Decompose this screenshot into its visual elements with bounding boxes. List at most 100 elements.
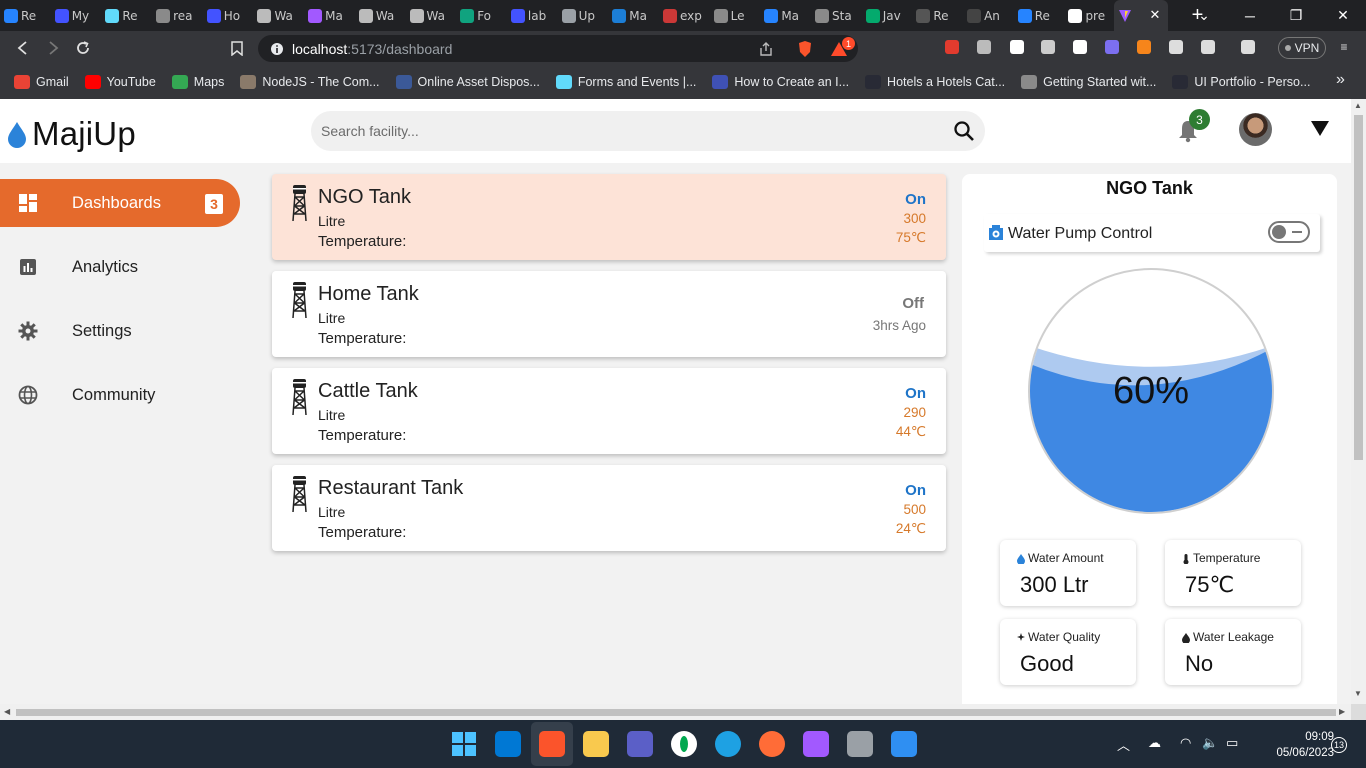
tray-overflow-chevron-icon[interactable]: ︿ [1117, 735, 1130, 754]
search-icon[interactable] [953, 120, 975, 142]
bookmark-item[interactable]: Maps [171, 75, 224, 89]
share-icon[interactable] [758, 41, 774, 56]
browser-tab[interactable]: Re [912, 3, 962, 29]
bookmarks-more-button[interactable]: » [1336, 71, 1345, 89]
browser-tab[interactable]: Re [0, 3, 50, 29]
bookmark-item[interactable]: Gmail [14, 75, 69, 89]
bookmark-item[interactable]: Forms and Events |... [555, 75, 696, 89]
sidebar-item-community[interactable]: Community [0, 371, 240, 419]
media-player-icon[interactable] [891, 731, 917, 757]
browser-tab[interactable]: Re [1014, 3, 1064, 29]
search-input[interactable] [321, 123, 921, 139]
forward-button[interactable] [38, 33, 68, 63]
minimize-button[interactable]: ─ [1227, 0, 1273, 31]
browser-tab[interactable]: Ma [304, 3, 354, 29]
notification-center-badge[interactable]: 13 [1331, 737, 1347, 753]
figma-icon[interactable] [803, 731, 829, 757]
bookmark-item[interactable]: Hotels a Hotels Cat... [865, 75, 1005, 89]
vee-icon[interactable] [975, 38, 993, 56]
app-logo[interactable]: MajiUp [6, 115, 136, 153]
tab-search-chevron-icon[interactable]: ⌄ [1181, 0, 1227, 31]
sidebar-item-settings[interactable]: Settings [0, 307, 240, 355]
browser-menu-icon[interactable]: ≡ [1335, 38, 1353, 56]
scroll-right-icon[interactable]: ▶ [1339, 707, 1345, 716]
close-window-button[interactable]: ✕ [1320, 0, 1366, 31]
windows-start-icon[interactable] [451, 731, 477, 757]
back-button[interactable] [8, 33, 38, 63]
vertical-scroll-thumb[interactable] [1354, 115, 1363, 460]
browser-tab[interactable]: Fo [456, 3, 506, 29]
tank-card[interactable]: Home Tank Litre Temperature: Off 3hrs Ago [272, 271, 946, 357]
account-menu-caret-icon[interactable] [1311, 121, 1329, 136]
restore-button[interactable]: ❐ [1273, 0, 1319, 31]
browser-tab[interactable]: Wa [253, 3, 303, 29]
brave-shields-icon[interactable] [797, 40, 813, 58]
browser-tab[interactable]: Le [710, 3, 760, 29]
bookmark-item[interactable]: Online Asset Dispos... [395, 75, 540, 89]
gear-extension-icon[interactable] [1103, 38, 1121, 56]
sidebar-item-dashboards[interactable]: Dashboards 3 [0, 179, 240, 227]
sidepanel-icon[interactable] [1199, 38, 1217, 56]
browser-tab[interactable]: My [51, 3, 101, 29]
active-browser-tab[interactable]: ✕ [1114, 0, 1169, 31]
bookmark-item[interactable]: How to Create an I... [712, 75, 849, 89]
system-clock[interactable]: 09:09 05/06/2023 [1252, 729, 1334, 761]
postman-icon[interactable] [759, 731, 785, 757]
tank-card[interactable]: Cattle Tank Litre Temperature: On 290 44℃ [272, 368, 946, 454]
tank-amount: 300 [903, 211, 926, 226]
ghost-icon[interactable] [1071, 38, 1089, 56]
bookmark-item[interactable]: YouTube [84, 75, 156, 89]
puzzle-piece-icon[interactable] [1167, 38, 1185, 56]
reload-button[interactable] [68, 33, 98, 63]
bookmark-button[interactable] [222, 33, 252, 63]
browser-tab[interactable]: Wa [406, 3, 456, 29]
brave-icon[interactable] [539, 731, 565, 757]
extension-red-icon[interactable] [943, 38, 961, 56]
close-tab-icon[interactable]: ✕ [1150, 8, 1161, 23]
pump-toggle[interactable] [1268, 221, 1310, 243]
browser-tab[interactable]: lab [507, 3, 557, 29]
file-explorer-icon[interactable] [583, 731, 609, 757]
browser-tab[interactable]: Wa [355, 3, 405, 29]
wallet-icon[interactable] [1239, 38, 1257, 56]
virtualbox-icon[interactable] [847, 731, 873, 757]
battery-icon[interactable]: ▭ [1226, 735, 1238, 751]
a-icon[interactable] [1008, 38, 1026, 56]
bookmark-item[interactable]: NodeJS - The Com... [240, 75, 380, 89]
browser-tab[interactable]: An [963, 3, 1013, 29]
vpn-button[interactable]: VPN [1278, 37, 1326, 59]
browser-tab[interactable]: exp [659, 3, 709, 29]
wifi-icon[interactable]: ◠ [1180, 735, 1191, 751]
avatar[interactable] [1239, 113, 1272, 146]
onedrive-cloud-icon[interactable]: ☁ [1148, 735, 1161, 751]
browser-tab[interactable]: Ho [203, 3, 253, 29]
scroll-left-icon[interactable]: ◀ [4, 707, 10, 716]
site-info-icon[interactable] [270, 42, 284, 56]
horizontal-scroll-thumb[interactable] [16, 709, 1336, 716]
scroll-down-icon[interactable]: ▼ [1354, 689, 1362, 698]
bookmark-item[interactable]: Getting Started wit... [1021, 75, 1156, 89]
target-icon[interactable] [1039, 38, 1057, 56]
vscode-icon[interactable] [495, 731, 521, 757]
edge-icon[interactable] [715, 731, 741, 757]
horizontal-scrollbar[interactable]: ◀ ▶ [0, 704, 1351, 720]
browser-tab[interactable]: Re [101, 3, 151, 29]
url-bar[interactable]: localhost:5173/dashboard 1 [258, 35, 858, 62]
browser-tab[interactable]: pre [1064, 3, 1113, 29]
tank-card[interactable]: Restaurant Tank Litre Temperature: On 500 24℃ [272, 465, 946, 551]
teams-icon[interactable] [627, 731, 653, 757]
mongodb-icon[interactable] [671, 731, 697, 757]
scroll-up-icon[interactable]: ▲ [1354, 101, 1362, 110]
metamask-icon[interactable] [1135, 38, 1153, 56]
sidebar-item-analytics[interactable]: Analytics [0, 243, 240, 291]
tank-card[interactable]: NGO Tank Litre Temperature: On 300 75℃ [272, 174, 946, 260]
browser-tab[interactable]: rea [152, 3, 202, 29]
vertical-scrollbar[interactable]: ▲ ▼ [1351, 99, 1366, 704]
volume-icon[interactable]: 🔈 [1202, 735, 1218, 751]
browser-tab[interactable]: Sta [811, 3, 861, 29]
browser-tab[interactable]: Jav [862, 3, 912, 29]
browser-tab[interactable]: Ma [608, 3, 658, 29]
bookmark-item[interactable]: UI Portfolio - Perso... [1172, 75, 1310, 89]
browser-tab[interactable]: Ma [760, 3, 810, 29]
browser-tab[interactable]: Up [558, 3, 608, 29]
